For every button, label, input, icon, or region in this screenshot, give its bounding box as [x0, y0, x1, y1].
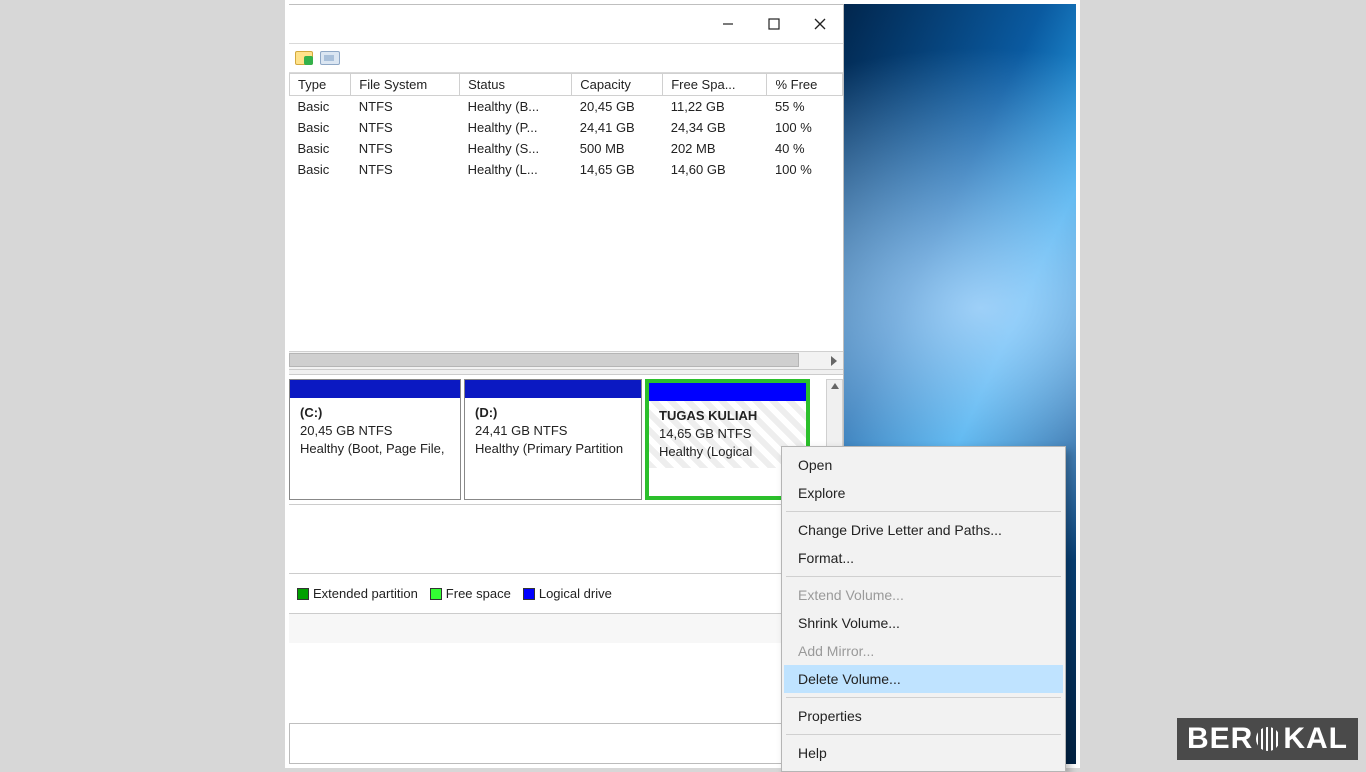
- partition-size: 14,65 GB NTFS: [659, 425, 798, 443]
- table-row[interactable]: BasicNTFSHealthy (B...20,45 GB11,22 GB55…: [290, 96, 843, 118]
- partition-size: 20,45 GB NTFS: [300, 422, 452, 440]
- col-pctfree[interactable]: % Free: [767, 74, 843, 96]
- col-type[interactable]: Type: [290, 74, 351, 96]
- horizontal-scrollbar[interactable]: [289, 351, 843, 369]
- close-button[interactable]: [797, 9, 843, 39]
- scrollbar-thumb[interactable]: [289, 353, 799, 367]
- partition-label: (C:): [300, 404, 452, 422]
- table-row[interactable]: BasicNTFSHealthy (S...500 MB202 MB40 %: [290, 138, 843, 159]
- menu-separator: [786, 734, 1061, 735]
- status-bar: [289, 613, 843, 643]
- toolbar-properties-icon[interactable]: [318, 47, 342, 69]
- menu-delete-volume[interactable]: Delete Volume...: [784, 665, 1063, 693]
- partition-header: [649, 383, 806, 401]
- toolbar: [289, 43, 843, 73]
- menu-explore[interactable]: Explore: [784, 479, 1063, 507]
- legend-logical: Logical drive: [523, 586, 612, 601]
- volume-list: Type File System Status Capacity Free Sp…: [289, 73, 843, 351]
- partition-graphic-row: (C:) 20,45 GB NTFS Healthy (Boot, Page F…: [289, 375, 843, 505]
- menu-add-mirror: Add Mirror...: [784, 637, 1063, 665]
- menu-change-letter[interactable]: Change Drive Letter and Paths...: [784, 516, 1063, 544]
- partition-status: Healthy (Boot, Page File,: [300, 440, 452, 458]
- scroll-right-icon[interactable]: [827, 354, 841, 368]
- legend: Extended partition Free space Logical dr…: [289, 573, 843, 613]
- menu-open[interactable]: Open: [784, 451, 1063, 479]
- legend-extended: Extended partition: [297, 586, 418, 601]
- partition-d[interactable]: (D:) 24,41 GB NTFS Healthy (Primary Part…: [464, 379, 642, 500]
- partition-c[interactable]: (C:) 20,45 GB NTFS Healthy (Boot, Page F…: [289, 379, 461, 500]
- partition-status: Healthy (Logical: [659, 443, 798, 461]
- table-row[interactable]: BasicNTFSHealthy (L...14,65 GB14,60 GB10…: [290, 159, 843, 180]
- partition-label: (D:): [475, 404, 633, 422]
- disk-management-window: Type File System Status Capacity Free Sp…: [289, 4, 844, 724]
- legend-swatch-icon: [523, 588, 535, 600]
- partition-header: [290, 380, 460, 398]
- minimize-button[interactable]: [705, 9, 751, 39]
- maximize-button[interactable]: [751, 9, 797, 39]
- watermark-orb-icon: [1256, 727, 1280, 751]
- legend-swatch-icon: [297, 588, 309, 600]
- partition-header: [465, 380, 641, 398]
- menu-separator: [786, 697, 1061, 698]
- partition-status: Healthy (Primary Partition: [475, 440, 633, 458]
- col-capacity[interactable]: Capacity: [572, 74, 663, 96]
- col-freespace[interactable]: Free Spa...: [663, 74, 767, 96]
- legend-free: Free space: [430, 586, 511, 601]
- watermark: BER KAL: [1177, 718, 1358, 760]
- col-filesystem[interactable]: File System: [351, 74, 460, 96]
- menu-format[interactable]: Format...: [784, 544, 1063, 572]
- col-status[interactable]: Status: [460, 74, 572, 96]
- menu-separator: [786, 511, 1061, 512]
- menu-separator: [786, 576, 1061, 577]
- toolbar-folder-icon[interactable]: [292, 47, 316, 69]
- menu-help[interactable]: Help: [784, 739, 1063, 767]
- partition-size: 24,41 GB NTFS: [475, 422, 633, 440]
- table-row[interactable]: BasicNTFSHealthy (P...24,41 GB24,34 GB10…: [290, 117, 843, 138]
- screenshot-frame: Type File System Status Capacity Free Sp…: [285, 0, 1080, 768]
- legend-swatch-icon: [430, 588, 442, 600]
- menu-shrink-volume[interactable]: Shrink Volume...: [784, 609, 1063, 637]
- partition-label: TUGAS KULIAH: [659, 407, 798, 425]
- window-titlebar: [289, 5, 843, 43]
- menu-extend-volume: Extend Volume...: [784, 581, 1063, 609]
- context-menu: Open Explore Change Drive Letter and Pat…: [781, 446, 1066, 772]
- menu-properties[interactable]: Properties: [784, 702, 1063, 730]
